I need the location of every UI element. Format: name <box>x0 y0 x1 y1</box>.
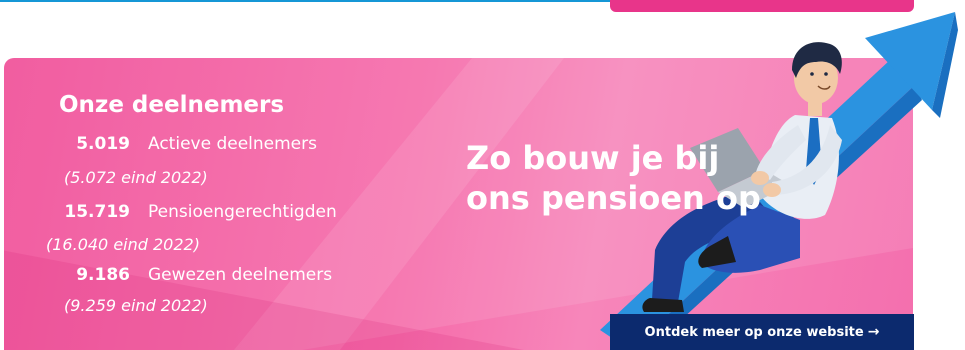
stat-row-active: 5.019 Actieve deelnemers <box>72 134 317 154</box>
stats-title: Onze deelnemers <box>59 92 285 118</box>
stat-value: 5.019 <box>76 134 130 154</box>
discover-website-button[interactable]: Ontdek meer op onze website → <box>610 314 914 350</box>
stat-value: 15.719 <box>64 202 130 222</box>
headline-line-1: Zo bouw je bij <box>466 139 720 177</box>
stat-label: Pensioengerechtigden <box>148 202 337 222</box>
cta-label: Ontdek meer op onze website <box>644 324 864 340</box>
headline-line-2: ons pensioen op <box>466 179 761 217</box>
stat-label: Actieve deelnemers <box>148 134 317 154</box>
stat-row-former: 9.186 Gewezen deelnemers <box>72 265 332 285</box>
headline: Zo bouw je bij ons pensioen op <box>466 138 761 218</box>
stat-row-retired: 15.719 Pensioengerechtigden <box>60 202 337 222</box>
stat-previous: (5.072 eind 2022) <box>64 168 208 187</box>
top-accent-line <box>0 0 610 2</box>
stat-previous: (9.259 eind 2022) <box>64 296 208 315</box>
stat-previous: (16.040 eind 2022) <box>46 235 200 254</box>
arrow-right-icon: → <box>867 324 880 340</box>
stat-label: Gewezen deelnemers <box>148 265 333 285</box>
stat-value: 9.186 <box>76 265 130 285</box>
